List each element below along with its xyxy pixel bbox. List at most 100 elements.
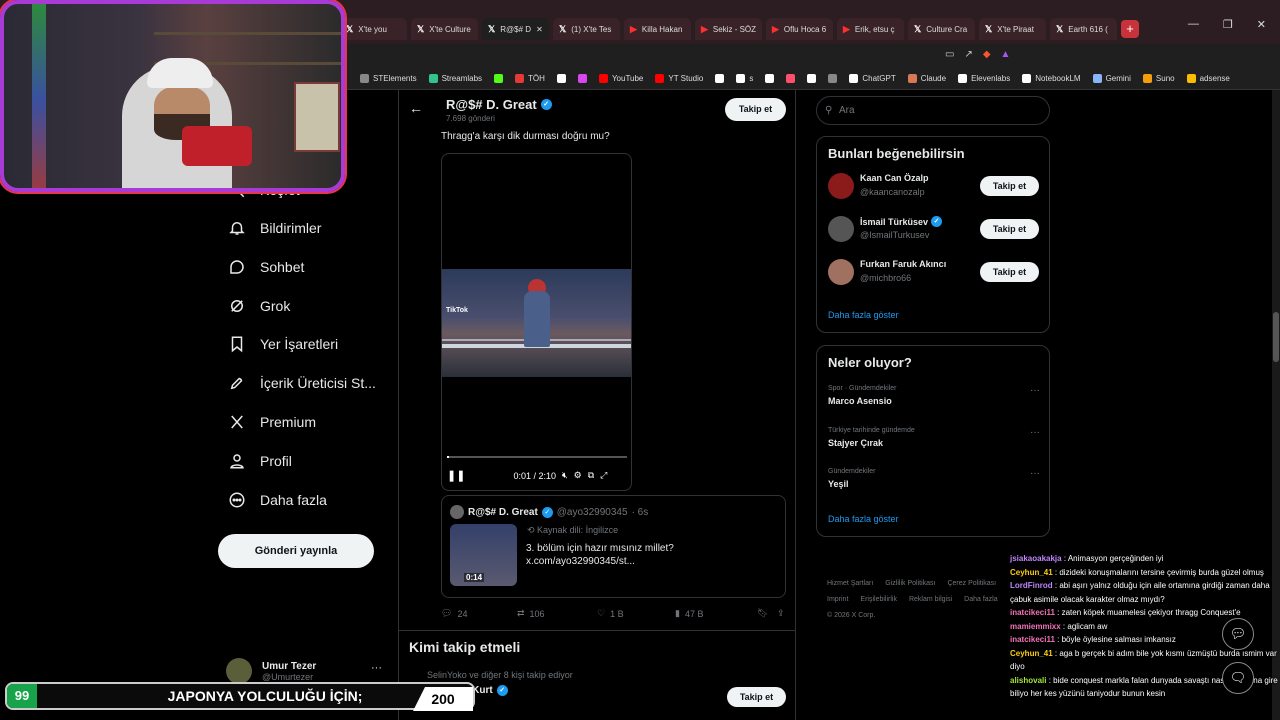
- bookmark-item[interactable]: [715, 74, 725, 83]
- mute-icon[interactable]: 🔇︎: [562, 470, 568, 481]
- bookmark-favicon-icon: [556, 74, 566, 83]
- nav-bookmarks[interactable]: Yer İşaretleri: [228, 335, 338, 353]
- bookmark-item[interactable]: [765, 74, 775, 83]
- footer-link[interactable]: Erişilebilirlik: [860, 596, 897, 603]
- new-tab-icon[interactable]: +: [1121, 20, 1139, 38]
- bookmark-item[interactable]: NotebookLM: [1022, 74, 1081, 83]
- footer-link[interactable]: Daha fazla: [964, 596, 997, 603]
- tab-4[interactable]: ▶ Killa Hakan: [624, 18, 691, 40]
- tab-0[interactable]: 𝕏 X'te you: [340, 18, 407, 40]
- bookmark-item[interactable]: Suno: [1142, 74, 1175, 83]
- quoted-post[interactable]: R@$# D. Great ✓ @ayo32990345 · 6s 0:14 ⟲…: [441, 495, 786, 598]
- bookmark-item[interactable]: YouTube: [598, 74, 643, 83]
- fullscreen-icon[interactable]: ⤢: [600, 470, 607, 481]
- suggested-account[interactable]: İsmail Türküsev ✓ @IsmailTurkusev Takip et: [828, 214, 1040, 244]
- views-action[interactable]: ▮ 47 B: [675, 608, 757, 619]
- nav-more[interactable]: Daha fazla: [228, 491, 327, 509]
- bookmark-item[interactable]: Claude: [907, 74, 946, 83]
- bookmark-item[interactable]: Gemini: [1092, 74, 1131, 83]
- trend-item[interactable]: Gündemdekiler Yeşil ···: [828, 468, 1040, 489]
- back-arrow-icon[interactable]: ←: [409, 100, 423, 116]
- footer-link[interactable]: Çerez Politikası: [947, 580, 996, 587]
- rewards-icon[interactable]: ▲: [1001, 49, 1011, 60]
- brave-shield-icon[interactable]: ◆: [983, 49, 991, 60]
- share-action[interactable]: ⇪: [777, 608, 785, 619]
- more-options-icon[interactable]: ···: [1030, 385, 1040, 396]
- video-player[interactable]: TikTok ❚❚ 0:01 / 2:10 🔇︎ ⚙ ⧉ ⤢: [441, 153, 632, 491]
- suggested-account[interactable]: Furkan Faruk Akıncı @michbro66 Takip et: [828, 257, 1040, 287]
- show-more-link[interactable]: Daha fazla göster: [828, 310, 899, 320]
- search-input[interactable]: ⚲ Ara: [816, 96, 1050, 125]
- footer-link[interactable]: Reklam bilgisi: [909, 596, 952, 603]
- pause-icon[interactable]: ❚❚: [447, 469, 465, 482]
- tab-6[interactable]: ▶ Oflu Hoca 6: [766, 18, 833, 40]
- bookmark-item[interactable]: adsense: [1186, 74, 1230, 83]
- nav-chat[interactable]: Sohbet: [228, 258, 304, 276]
- bookmark-item[interactable]: [494, 74, 504, 83]
- trend-item[interactable]: Türkiye tarihinde gündemde Stajyer Çırak ·…: [828, 427, 1040, 448]
- microphone: [182, 126, 252, 166]
- account-switcher[interactable]: Umur Tezer @Umurtezer ···: [226, 658, 382, 684]
- bookmark-item[interactable]: STElements: [360, 74, 417, 83]
- suggested-account[interactable]: Kaan Can Özalp @kaancanozalp Takip et: [828, 171, 1040, 201]
- verified-badge-icon: ✓: [931, 216, 943, 227]
- bookmark-item[interactable]: Streamlabs: [428, 74, 482, 83]
- follow-button[interactable]: Takip et: [727, 687, 786, 707]
- youtube-icon: ▶: [772, 23, 779, 34]
- tab-7[interactable]: ▶ Erik, etsu ç: [837, 18, 904, 40]
- bookmark-item[interactable]: s: [736, 74, 753, 83]
- tab-2[interactable]: 𝕏 R@$# D ✕: [482, 18, 549, 40]
- tab-5[interactable]: ▶ Sekiz - SÖZ: [695, 18, 762, 40]
- close-tab-icon[interactable]: ✕: [536, 25, 543, 34]
- follow-button[interactable]: Takip et: [980, 262, 1039, 282]
- more-options-icon[interactable]: ···: [1030, 427, 1040, 438]
- share-icon[interactable]: ↗: [964, 49, 972, 60]
- pip-icon[interactable]: ⧉: [588, 470, 594, 481]
- tab-10[interactable]: 𝕏 Earth 616 (: [1050, 18, 1117, 40]
- settings-icon[interactable]: ⚙: [574, 470, 582, 481]
- trend-item[interactable]: Spor · Gündemdekiler Marco Asensio ···: [828, 385, 1040, 406]
- nav-premium[interactable]: Premium: [228, 413, 316, 431]
- tab-3[interactable]: 𝕏 (1) X'te Tes: [553, 18, 620, 40]
- video-progress[interactable]: [447, 456, 627, 458]
- youtube-icon: ▶: [630, 23, 637, 34]
- close-window-icon[interactable]: ✕: [1257, 18, 1266, 31]
- follow-button[interactable]: Takip et: [725, 98, 786, 121]
- follow-button[interactable]: Takip et: [980, 176, 1039, 196]
- maximize-icon[interactable]: ❐: [1223, 18, 1233, 31]
- tab-9[interactable]: 𝕏 X'te Piraat: [979, 18, 1046, 40]
- reply-action[interactable]: 💬︎ 24: [441, 608, 517, 619]
- search-icon: ⚲: [825, 105, 833, 116]
- bookmark-item[interactable]: [577, 74, 587, 83]
- show-more-link[interactable]: Daha fazla göster: [828, 514, 899, 524]
- post-button[interactable]: Gönderi yayınla: [218, 534, 374, 568]
- like-action[interactable]: ♡ 1 B: [597, 608, 675, 619]
- bookmark-item[interactable]: TÖH: [515, 74, 545, 83]
- screen-icon[interactable]: ▭: [945, 49, 954, 60]
- nav-profile[interactable]: Profil: [228, 452, 292, 470]
- nav-notifications[interactable]: Bildirimler: [228, 219, 321, 237]
- footer-link[interactable]: Hizmet Şartları: [827, 580, 873, 587]
- bookmark-item[interactable]: [828, 74, 838, 83]
- nav-grok[interactable]: Grok: [228, 297, 290, 315]
- follow-button[interactable]: Takip et: [980, 219, 1039, 239]
- chat-bubble-icon[interactable]: 💬︎: [1222, 618, 1254, 650]
- tab-8[interactable]: 𝕏 Culture Cra: [908, 18, 975, 40]
- bookmark-item[interactable]: [556, 74, 566, 83]
- bookmark-item[interactable]: [786, 74, 796, 83]
- tab-1[interactable]: 𝕏 X'te Culture: [411, 18, 478, 40]
- nav-creator-studio[interactable]: İçerik Üreticisi St...: [228, 374, 376, 392]
- minimize-icon[interactable]: —: [1188, 18, 1199, 31]
- bookmark-item[interactable]: Elevenlabs: [958, 74, 1010, 83]
- repost-action[interactable]: ⇄ 106: [517, 608, 597, 619]
- scrollbar-thumb[interactable]: [1273, 312, 1279, 362]
- account-more-icon[interactable]: ···: [371, 662, 382, 674]
- bookmark-item[interactable]: YT Studio: [655, 74, 703, 83]
- footer-link[interactable]: Imprint: [827, 596, 848, 603]
- more-options-icon[interactable]: ···: [1030, 468, 1040, 479]
- message-icon[interactable]: 🗨︎: [1222, 662, 1254, 694]
- bookmark-item[interactable]: ChatGPT: [849, 74, 896, 83]
- bookmark-action[interactable]: 🔖︎: [757, 608, 777, 619]
- footer-link[interactable]: Gizlilik Politikası: [885, 580, 935, 587]
- bookmark-item[interactable]: [807, 74, 817, 83]
